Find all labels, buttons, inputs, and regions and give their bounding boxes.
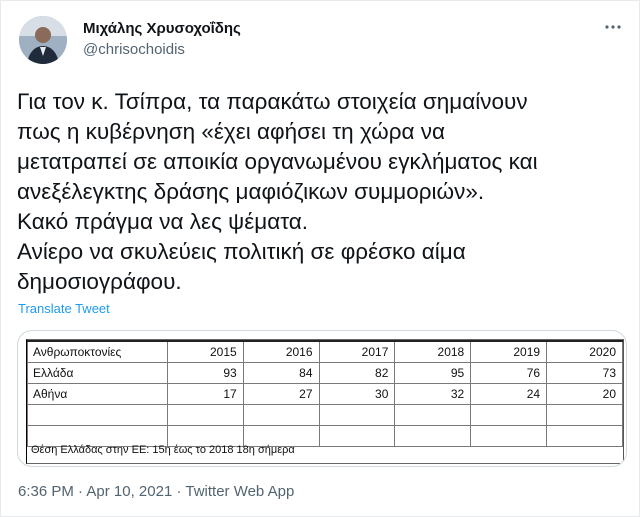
meta-separator: · bbox=[73, 483, 87, 500]
tweet-text-line: Ανίερο να σκυλεύεις πολιτική σε φρέσκο α… bbox=[17, 239, 466, 264]
translate-tweet-link[interactable]: Translate Tweet bbox=[18, 301, 110, 316]
tweet-text-line: μετατραπεί σε αποικία οργανωμένου εγκλήμ… bbox=[17, 149, 538, 174]
table-cell-empty bbox=[546, 403, 623, 426]
tweet-time[interactable]: 6:36 PM bbox=[18, 483, 74, 500]
table-row: Ελλάδα 93 84 82 95 76 73 bbox=[27, 361, 623, 384]
table-cell: 95 bbox=[394, 361, 472, 384]
table-year-cell: 2015 bbox=[166, 340, 244, 363]
table-cell: 24 bbox=[470, 382, 548, 405]
table-header-label: Ανθρωποκτονίες bbox=[27, 340, 168, 363]
table-cell-empty bbox=[394, 424, 472, 447]
table-cell-empty bbox=[166, 424, 244, 447]
table-cell: 20 bbox=[546, 382, 623, 405]
tweet-text-line: δημοσιογράφου. bbox=[17, 269, 182, 294]
meta-separator: · bbox=[172, 483, 186, 500]
user-handle[interactable]: @chrisochoidis bbox=[83, 41, 185, 58]
table-cell-empty bbox=[242, 424, 320, 447]
tweet-card: Μιχάλης Χρυσοχοΐδης @chrisochoidis Για τ… bbox=[0, 0, 640, 517]
table-year-cell: 2018 bbox=[394, 340, 472, 363]
table-year-cell: 2016 bbox=[242, 340, 320, 363]
table-cell-empty bbox=[470, 403, 548, 426]
table-cell-empty bbox=[27, 424, 168, 447]
table-cell: 30 bbox=[318, 382, 396, 405]
tweet-source-app[interactable]: Twitter Web App bbox=[185, 483, 294, 500]
table-cell-empty bbox=[166, 403, 244, 426]
table-row-empty bbox=[27, 403, 623, 426]
table-note: Θέση Ελλάδας στην ΕΕ: 15η έως το 2018 18… bbox=[31, 444, 295, 456]
table-cell: 17 bbox=[166, 382, 244, 405]
tweet-text-line: Κακό πράγμα να λες ψέματα. bbox=[17, 209, 309, 234]
spreadsheet-image: Ανθρωποκτονίες 2015 2016 2017 2018 2019 … bbox=[26, 339, 624, 464]
table-cell-empty bbox=[318, 424, 396, 447]
table-cell: 93 bbox=[166, 361, 244, 384]
table-cell-empty bbox=[546, 424, 623, 447]
table-cell-empty bbox=[470, 424, 548, 447]
table-row-empty bbox=[27, 424, 623, 447]
table-row-label: Ελλάδα bbox=[27, 361, 168, 384]
tweet-text: Για τον κ. Τσίπρα, τα παρακάτω στοιχεία … bbox=[17, 87, 627, 297]
table-cell-empty bbox=[394, 403, 472, 426]
display-name[interactable]: Μιχάλης Χρυσοχοΐδης bbox=[83, 20, 241, 37]
tweet-text-line: πως η κυβέρνηση «έχει αφήσει τη χώρα να bbox=[17, 119, 446, 144]
table-cell: 84 bbox=[242, 361, 320, 384]
more-dots-icon bbox=[605, 25, 621, 29]
media-attachment[interactable]: Ανθρωποκτονίες 2015 2016 2017 2018 2019 … bbox=[17, 330, 627, 467]
table-year-cell: 2017 bbox=[318, 340, 396, 363]
table-row: Αθήνα 17 27 30 32 24 20 bbox=[27, 382, 623, 405]
table-header-row: Ανθρωποκτονίες 2015 2016 2017 2018 2019 … bbox=[27, 340, 623, 363]
homicide-table: Ανθρωποκτονίες 2015 2016 2017 2018 2019 … bbox=[27, 340, 623, 447]
tweet-date[interactable]: Apr 10, 2021 bbox=[86, 483, 172, 500]
table-cell-empty bbox=[242, 403, 320, 426]
table-cell: 76 bbox=[470, 361, 548, 384]
table-cell: 73 bbox=[546, 361, 623, 384]
table-cell: 82 bbox=[318, 361, 396, 384]
tweet-text-line: Για τον κ. Τσίπρα, τα παρακάτω στοιχεία … bbox=[17, 89, 528, 114]
table-cell-empty bbox=[27, 403, 168, 426]
avatar[interactable] bbox=[19, 16, 67, 64]
table-year-cell: 2019 bbox=[470, 340, 548, 363]
tweet-meta: 6:36 PM · Apr 10, 2021 · Twitter Web App bbox=[18, 483, 294, 500]
table-cell: 32 bbox=[394, 382, 472, 405]
table-year-cell: 2020 bbox=[546, 340, 623, 363]
more-options-button[interactable] bbox=[601, 15, 625, 39]
avatar-photo-icon bbox=[19, 16, 67, 64]
table-row-label: Αθήνα bbox=[27, 382, 168, 405]
tweet-text-line: ανεξέλεγκτης δράσης μαφιόζικων συμμοριών… bbox=[17, 179, 485, 204]
table-cell: 27 bbox=[242, 382, 320, 405]
table-cell-empty bbox=[318, 403, 396, 426]
